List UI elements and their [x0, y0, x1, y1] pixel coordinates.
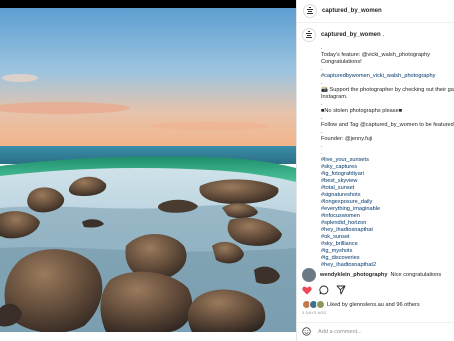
caption-line: ■No stolen photographs please■ [321, 108, 403, 114]
heart-filled-icon[interactable] [302, 286, 312, 295]
emoji-icon[interactable] [302, 323, 311, 341]
hashtag-link[interactable]: #total_sunset [321, 185, 454, 192]
send-icon[interactable] [336, 285, 346, 295]
hashtag-link[interactable]: #infocuswomen [321, 213, 454, 220]
seascape-photo-image [0, 8, 296, 332]
post-time-ago: 3 DAYS AGO [302, 311, 327, 315]
comment-username[interactable]: wendyklein_photography [320, 272, 387, 278]
top-bar [0, 0, 296, 8]
caption-line: Founder: @jenny.fuji [321, 136, 373, 142]
hashtag-link[interactable]: #live_your_sunsets [321, 157, 454, 164]
hashtag-link[interactable]: #ok_sunset [321, 234, 454, 241]
comment-row: wendyklein_photography Nice congratulati… [302, 268, 441, 282]
caption-line: . [321, 45, 323, 51]
caption-line: 📸 Support the photographer by checking o… [321, 87, 454, 93]
hashtag-link[interactable]: #splendid_horizon [321, 220, 454, 227]
caption-text: . Today's feature: @vicki_walsh_photogra… [321, 45, 454, 269]
hashtag-link[interactable]: #ig_myshots [321, 248, 454, 255]
hashtag-link[interactable]: #ig_fotografdiyari [321, 171, 454, 178]
caption-line: . [321, 150, 323, 156]
caption-username[interactable]: captured_by_women [321, 32, 381, 38]
hashtag-link[interactable]: #best_skyview [321, 178, 454, 185]
likes-count-text[interactable]: Liked by glennslens.au and 96 others [327, 302, 420, 308]
comment-icon[interactable] [319, 285, 329, 295]
caption-line: Follow and Tag @captured_by_women to be … [321, 122, 454, 128]
hashtag-link[interactable]: #everything_imaginable [321, 206, 454, 213]
liker-avatar[interactable] [316, 300, 325, 309]
caption-line: Congratulations! [321, 59, 362, 65]
post-actions [302, 285, 353, 295]
caption-line: . [321, 129, 323, 135]
post-author-username[interactable]: captured_by_women [322, 8, 382, 14]
comment-text: Nice congratulations [390, 272, 442, 278]
hashtag-link[interactable]: #hey_ihadtosnapthat [321, 227, 454, 234]
caption-hashtag-link[interactable]: #capturedbywomen_vicki_walsh_photography [321, 73, 454, 80]
caption-line: . [321, 143, 323, 149]
logo-mark-icon [307, 7, 313, 14]
caption-line: . [321, 66, 323, 72]
commenter-avatar[interactable] [302, 268, 316, 282]
caption-line: . [321, 115, 323, 121]
caption-line: Instagram. [321, 94, 348, 100]
hashtag-link[interactable]: #sky_brilliance [321, 241, 454, 248]
caption-line: . [321, 101, 323, 107]
hashtag-link[interactable]: #signatureshots [321, 192, 454, 199]
post-photo[interactable] [0, 8, 296, 332]
caption-avatar[interactable] [302, 28, 316, 42]
caption-line: . [321, 80, 323, 86]
caption-block: captured_by_women . . Today's feature: @… [302, 28, 454, 269]
caption-dot: . [382, 32, 385, 38]
add-comment-bar: Add a comment... [296, 322, 454, 341]
post-header: captured_by_women [297, 0, 454, 23]
account-avatar[interactable] [303, 4, 317, 18]
hashtag-link[interactable]: #longexposure_daily [321, 199, 454, 206]
hashtag-link[interactable]: #sky_captures [321, 164, 454, 171]
logo-mark-icon [306, 31, 312, 38]
add-comment-input[interactable]: Add a comment... [318, 329, 362, 335]
likes-row: Liked by glennslens.au and 96 others [302, 300, 420, 309]
hashtag-link[interactable]: #ig_discoveries [321, 255, 454, 262]
caption-line: Today's feature: @vicki_walsh_photograph… [321, 52, 431, 58]
